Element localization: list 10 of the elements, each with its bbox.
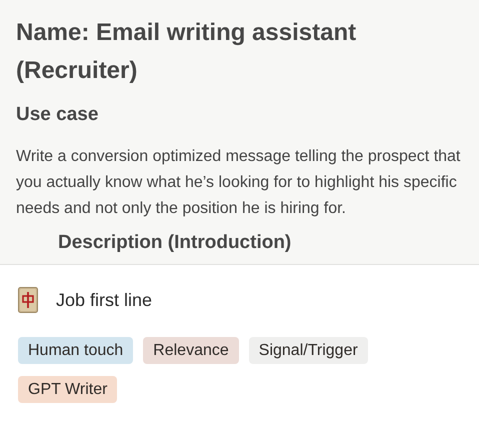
- tag: Signal/Trigger: [248, 337, 368, 364]
- page-title: Name: Email writing assistant (Recruiter): [16, 18, 358, 86]
- body-text: Write a conversion optimized message telling the prospect that you actually know what he’s looking for to highlight his specific needs and not only the position he is hiring for.: [16, 147, 462, 219]
- card-title[interactable]: Job first line: [56, 290, 152, 310]
- section-heading: Use case: [16, 103, 100, 127]
- tile-icon: [18, 287, 38, 313]
- tag: Relevance: [143, 337, 239, 364]
- tag: Human touch: [18, 337, 134, 364]
- section-heading: Description (Introduction): [58, 231, 292, 255]
- tag: GPT Writer: [18, 376, 118, 403]
